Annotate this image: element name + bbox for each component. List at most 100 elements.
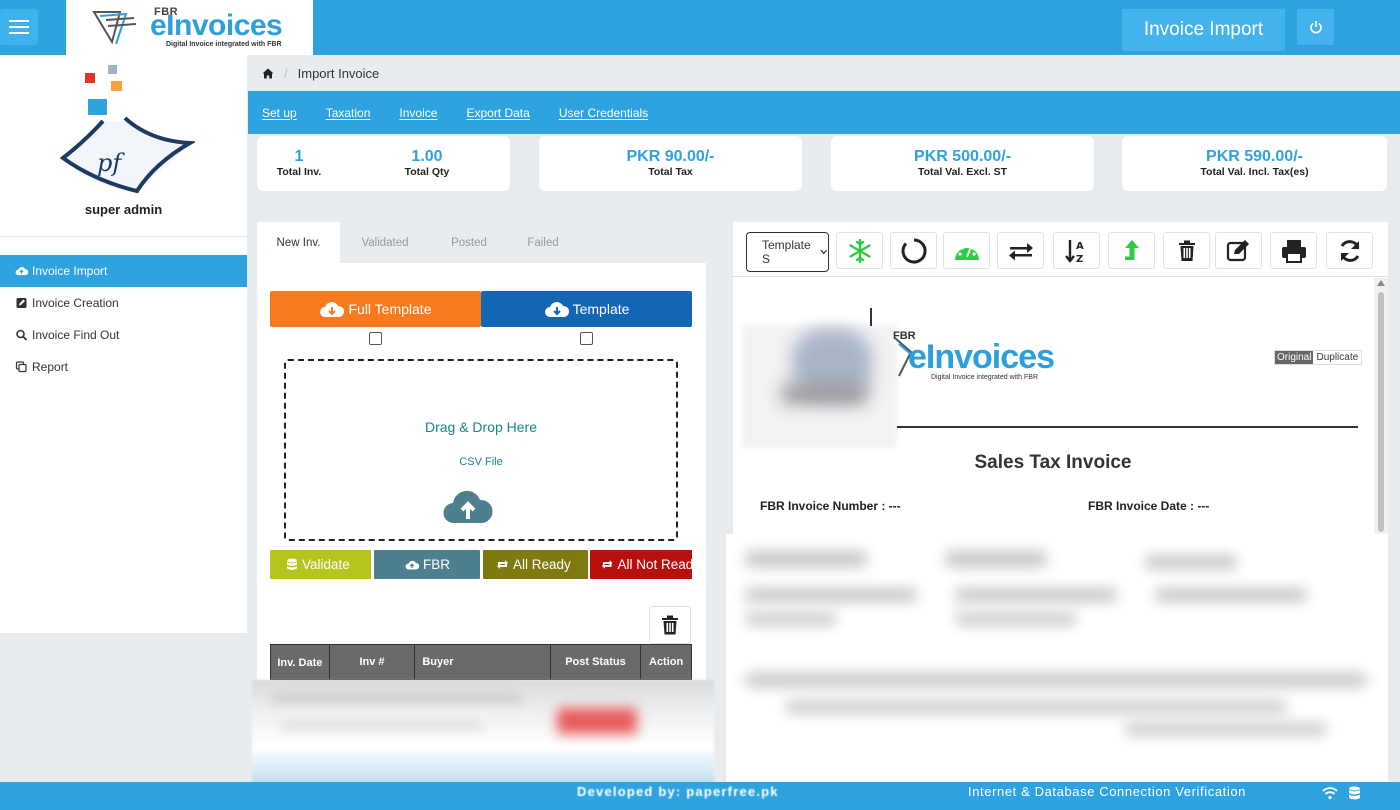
- home-icon[interactable]: [262, 68, 274, 79]
- main-nav: Set up Taxation Invoice Export Data User…: [248, 91, 1400, 134]
- template-select-value: Template S: [762, 238, 811, 266]
- delete-button[interactable]: [1163, 232, 1210, 269]
- invoice-title: Sales Tax Invoice: [974, 452, 1132, 473]
- svg-text:Z: Z: [1076, 254, 1083, 264]
- delete-all-button[interactable]: [649, 606, 691, 644]
- all-not-ready-label: All Not Ready: [617, 557, 692, 572]
- total-excl-value: PKR 500.00/-: [914, 148, 1011, 165]
- nav-user-credentials[interactable]: User Credentials: [559, 106, 648, 120]
- full-template-checkbox[interactable]: [369, 332, 382, 345]
- fbr-button[interactable]: FBR: [374, 550, 480, 579]
- total-inv-label: Total Inv.: [276, 166, 322, 178]
- col-inv-number[interactable]: Inv #: [330, 645, 416, 679]
- app-logo[interactable]: FBR eInvoices Digital Invoice integrated…: [66, 0, 313, 55]
- dropzone-title: Drag & Drop Here: [424, 419, 538, 435]
- sidebar-item-invoice-find-out[interactable]: Invoice Find Out: [0, 319, 247, 351]
- preview-scrollbar[interactable]: [1374, 278, 1388, 534]
- edit-icon: [1226, 239, 1249, 261]
- nav-invoice[interactable]: Invoice: [399, 106, 437, 120]
- upload-cloud-icon: [405, 560, 419, 570]
- nav-taxation[interactable]: Taxation: [326, 106, 371, 120]
- duplicate-label[interactable]: Duplicate: [1313, 351, 1362, 364]
- validate-label: Validate: [302, 557, 350, 572]
- template-checkbox[interactable]: [580, 332, 593, 345]
- col-buyer[interactable]: Buyer: [415, 645, 551, 679]
- invoice-tabs: New Inv. Validated Posted Failed: [257, 222, 706, 263]
- exchange-icon: [1008, 242, 1033, 260]
- edit-icon: [16, 298, 27, 308]
- refresh-button[interactable]: [1326, 232, 1373, 269]
- total-qty-value: 1.00: [411, 148, 443, 165]
- tab-failed[interactable]: Failed: [508, 222, 578, 263]
- sidebar-item-label: Report: [32, 360, 69, 374]
- sidebar-item-invoice-import[interactable]: Invoice Import: [0, 255, 247, 287]
- total-qty-label: Total Qty: [404, 166, 450, 178]
- menu-toggle-icon[interactable]: [0, 9, 38, 45]
- nav-setup[interactable]: Set up: [262, 106, 297, 120]
- full-template-button[interactable]: Full Template: [270, 291, 481, 327]
- redacted-invoice-details: [726, 534, 1388, 782]
- import-panel: New Inv. Validated Posted Failed Full Te…: [257, 222, 706, 680]
- col-inv-date[interactable]: Inv. Date: [271, 645, 330, 679]
- tab-validated[interactable]: Validated: [340, 222, 430, 263]
- total-incl-value: PKR 590.00/-: [1206, 148, 1303, 165]
- all-ready-button[interactable]: All Ready: [483, 550, 588, 579]
- dropzone-subtitle: CSV File: [459, 456, 503, 468]
- freeze-button[interactable]: [836, 232, 883, 269]
- retweet-icon: [497, 560, 508, 569]
- tab-posted[interactable]: Posted: [430, 222, 508, 263]
- template-select[interactable]: Template S: [746, 232, 829, 272]
- fbr-label: FBR: [423, 557, 450, 572]
- all-not-ready-button[interactable]: All Not Ready: [590, 550, 692, 579]
- connection-status-text: Internet & Database Connection Verificat…: [968, 784, 1247, 799]
- print-button[interactable]: [1270, 232, 1317, 269]
- template-button[interactable]: Template: [481, 291, 692, 327]
- total-inv-value: 1: [294, 148, 304, 165]
- csv-dropzone[interactable]: Drag & Drop Here CSV File: [284, 359, 678, 541]
- col-post-status[interactable]: Post Status: [551, 645, 642, 679]
- trash-icon: [662, 615, 678, 635]
- original-label[interactable]: Original: [1275, 351, 1314, 364]
- invoice-preview-panel: Template S AZ FBR eInvoices Digital Invo…: [733, 222, 1388, 534]
- breadcrumb: / Import Invoice: [248, 55, 1400, 91]
- sidebar-item-label: Invoice Import: [32, 264, 108, 278]
- avatar: pf: [59, 65, 195, 194]
- power-icon[interactable]: [1297, 9, 1334, 45]
- dashboard-button[interactable]: [943, 232, 990, 269]
- nav-export-data[interactable]: Export Data: [466, 106, 529, 120]
- exchange-button[interactable]: [997, 232, 1044, 269]
- redacted-company-logo: [742, 324, 897, 449]
- logo-main-text: eInvoices: [150, 9, 283, 42]
- edit-button[interactable]: [1215, 232, 1262, 269]
- refresh-icon: [1340, 239, 1359, 262]
- sidebar-item-invoice-creation[interactable]: Invoice Creation: [0, 287, 247, 319]
- upload-button[interactable]: [1108, 232, 1155, 269]
- loading-button[interactable]: [890, 232, 937, 269]
- total-excl-label: Total Val. Excl. ST: [917, 166, 1008, 178]
- svg-text:pf: pf: [97, 149, 125, 177]
- col-action[interactable]: Action: [641, 645, 691, 679]
- breadcrumb-separator: /: [284, 65, 288, 81]
- validate-button[interactable]: Validate: [270, 550, 371, 579]
- tab-new-inv[interactable]: New Inv.: [257, 222, 340, 263]
- divider: [870, 308, 872, 326]
- total-incl-label: Total Val. Incl. Tax(es): [1200, 166, 1309, 178]
- search-icon: [16, 329, 28, 341]
- fbr-invoice-number: FBR Invoice Number : ---: [760, 499, 901, 513]
- retweet-icon: [601, 560, 613, 569]
- sidebar-item-report[interactable]: Report: [0, 351, 247, 383]
- tachometer-icon: [954, 243, 979, 260]
- database-icon: [287, 558, 297, 570]
- logo-document-icon: [92, 11, 137, 45]
- stat-card-total-incl: PKR 590.00/- Total Val. Incl. Tax(es): [1122, 136, 1387, 191]
- sort-button[interactable]: AZ: [1053, 232, 1100, 269]
- developer-credit[interactable]: Developed by: paperfree.pk: [577, 784, 779, 799]
- footer: Developed by: paperfree.pk Internet & Da…: [0, 782, 1400, 810]
- action-buttons: Validate FBR All Ready All Not Ready: [270, 550, 692, 579]
- trash-icon: [1178, 240, 1195, 261]
- download-cloud-icon: [320, 302, 345, 317]
- user-profile: pf super admin: [0, 55, 247, 237]
- circle-notch-icon: [901, 237, 927, 263]
- stat-card-totals: 1 Total Inv. 1.00 Total Qty: [257, 136, 510, 191]
- page-title-button[interactable]: Invoice Import: [1122, 9, 1285, 51]
